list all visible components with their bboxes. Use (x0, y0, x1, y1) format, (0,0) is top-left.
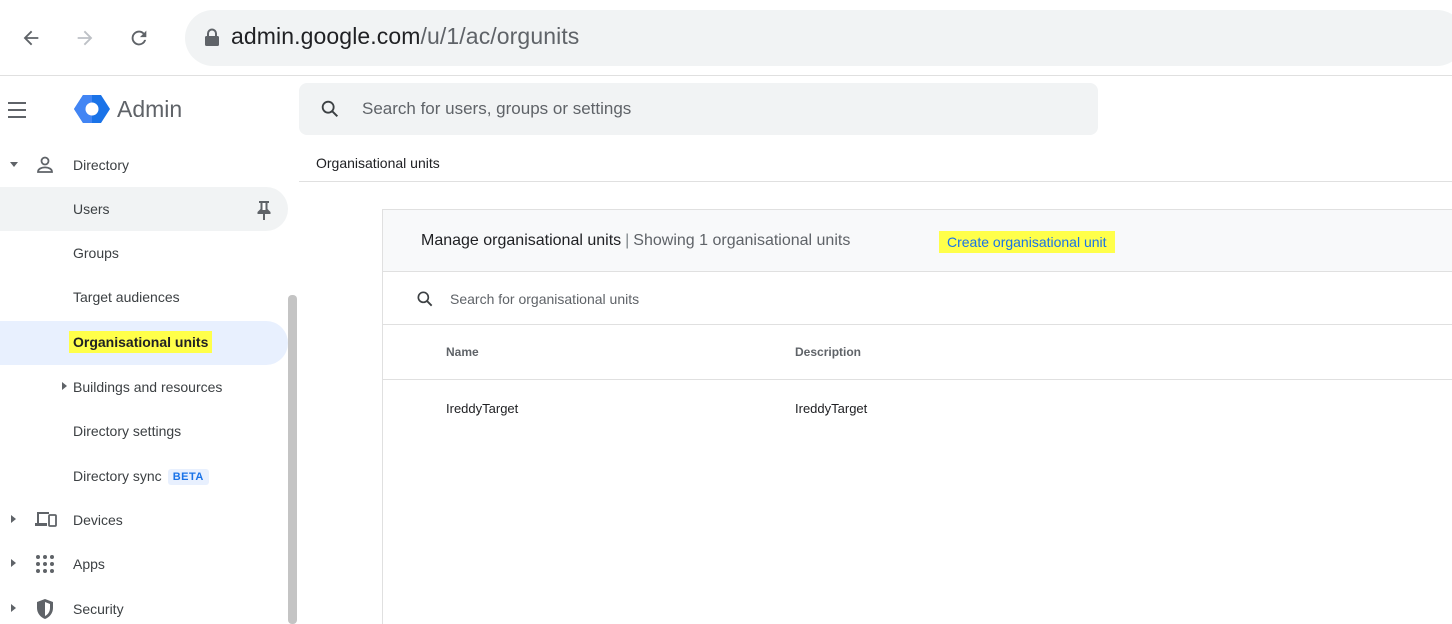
breadcrumb: Organisational units (299, 140, 1452, 182)
arrow-right-icon (77, 30, 93, 46)
create-organisational-unit-button[interactable]: Create organisational unit (939, 231, 1115, 253)
sidebar-item-label: Groups (73, 245, 119, 261)
reload-button[interactable] (121, 20, 157, 56)
brand-name: Admin (117, 96, 183, 122)
breadcrumb-current: Organisational units (316, 155, 440, 171)
orgunit-search-input[interactable] (450, 286, 950, 312)
global-search-input[interactable] (362, 95, 1062, 123)
sidebar-item-directory-sync[interactable]: Directory sync BETA (0, 454, 288, 498)
panel-title: Manage organisational units | Showing 1 or… (421, 232, 851, 249)
sidebar-item-label: Security (73, 601, 124, 617)
address-bar[interactable]: admin.google.com/u/1/ac/orgunits (185, 10, 1452, 66)
sidebar-item-label: Directory sync BETA (73, 468, 209, 485)
admin-logo-icon (74, 95, 110, 123)
sidebar-item-label: Directory (73, 157, 130, 173)
sidebar-item-label: Target audiences (73, 289, 180, 305)
column-header-description[interactable]: Description (795, 345, 861, 359)
caret-right-icon (11, 604, 16, 612)
arrow-left-icon (23, 30, 39, 46)
sidebar-item-groups[interactable]: Groups (0, 231, 288, 275)
apps-grid-icon (36, 555, 54, 573)
reload-icon (131, 30, 147, 46)
beta-badge: BETA (167, 469, 209, 485)
orgunit-search[interactable] (383, 272, 1452, 325)
lock-icon (205, 28, 219, 46)
menu-icon[interactable] (8, 98, 38, 124)
sidebar-item-target-audiences[interactable]: Target audiences (0, 275, 288, 319)
pin-icon[interactable] (254, 199, 274, 221)
sidebar-item-buildings-and-resources[interactable]: Buildings and resources (0, 365, 288, 409)
caret-right-icon (11, 515, 16, 523)
caret-right-icon (62, 382, 67, 390)
sidebar-item-label: Apps (73, 556, 105, 572)
sidebar-item-label: Directory settings (73, 423, 182, 439)
sidebar-scrollbar[interactable] (288, 295, 297, 624)
search-icon (321, 100, 339, 118)
sidebar-item-label: Devices (73, 512, 123, 528)
forward-button[interactable] (67, 20, 103, 56)
sidebar-item-devices[interactable]: Devices (0, 498, 288, 542)
shield-icon (37, 599, 53, 619)
column-header-name[interactable]: Name (446, 345, 479, 359)
panel-header: Manage organisational units | Showing 1 or… (383, 210, 1452, 272)
person-icon (37, 156, 53, 173)
search-icon (417, 291, 433, 307)
sidebar: Directory Users Groups Target audiences … (0, 143, 290, 624)
orgunit-name[interactable]: IreddyTarget (446, 401, 518, 416)
orgunits-panel: Manage organisational units | Showing 1 or… (382, 209, 1452, 624)
devices-icon (35, 512, 57, 527)
sidebar-item-label: Organisational units (69, 331, 213, 353)
sidebar-item-directory-settings[interactable]: Directory settings (0, 409, 288, 453)
sidebar-item-directory[interactable]: Directory (0, 143, 288, 187)
table-header: Name Description (383, 325, 1452, 380)
sidebar-item-organisational-units[interactable]: Organisational units (0, 321, 288, 365)
url-text: admin.google.com/u/1/ac/orgunits (231, 23, 580, 49)
table-row[interactable]: IreddyTarget IreddyTarget (383, 380, 1452, 437)
unit-count: Showing 1 organisational units (633, 232, 851, 249)
global-search[interactable] (299, 83, 1098, 135)
sidebar-item-label: Buildings and resources (73, 379, 223, 395)
orgunit-description: IreddyTarget (795, 401, 868, 416)
sidebar-item-label: Users (73, 201, 110, 217)
sidebar-item-users[interactable]: Users (0, 187, 288, 231)
caret-right-icon (11, 559, 16, 567)
sidebar-item-apps[interactable]: Apps (0, 542, 288, 586)
back-button[interactable] (13, 20, 49, 56)
caret-down-icon (10, 162, 18, 167)
sidebar-item-security[interactable]: Security (0, 587, 288, 624)
browser-toolbar: admin.google.com/u/1/ac/orgunits (0, 0, 1452, 76)
